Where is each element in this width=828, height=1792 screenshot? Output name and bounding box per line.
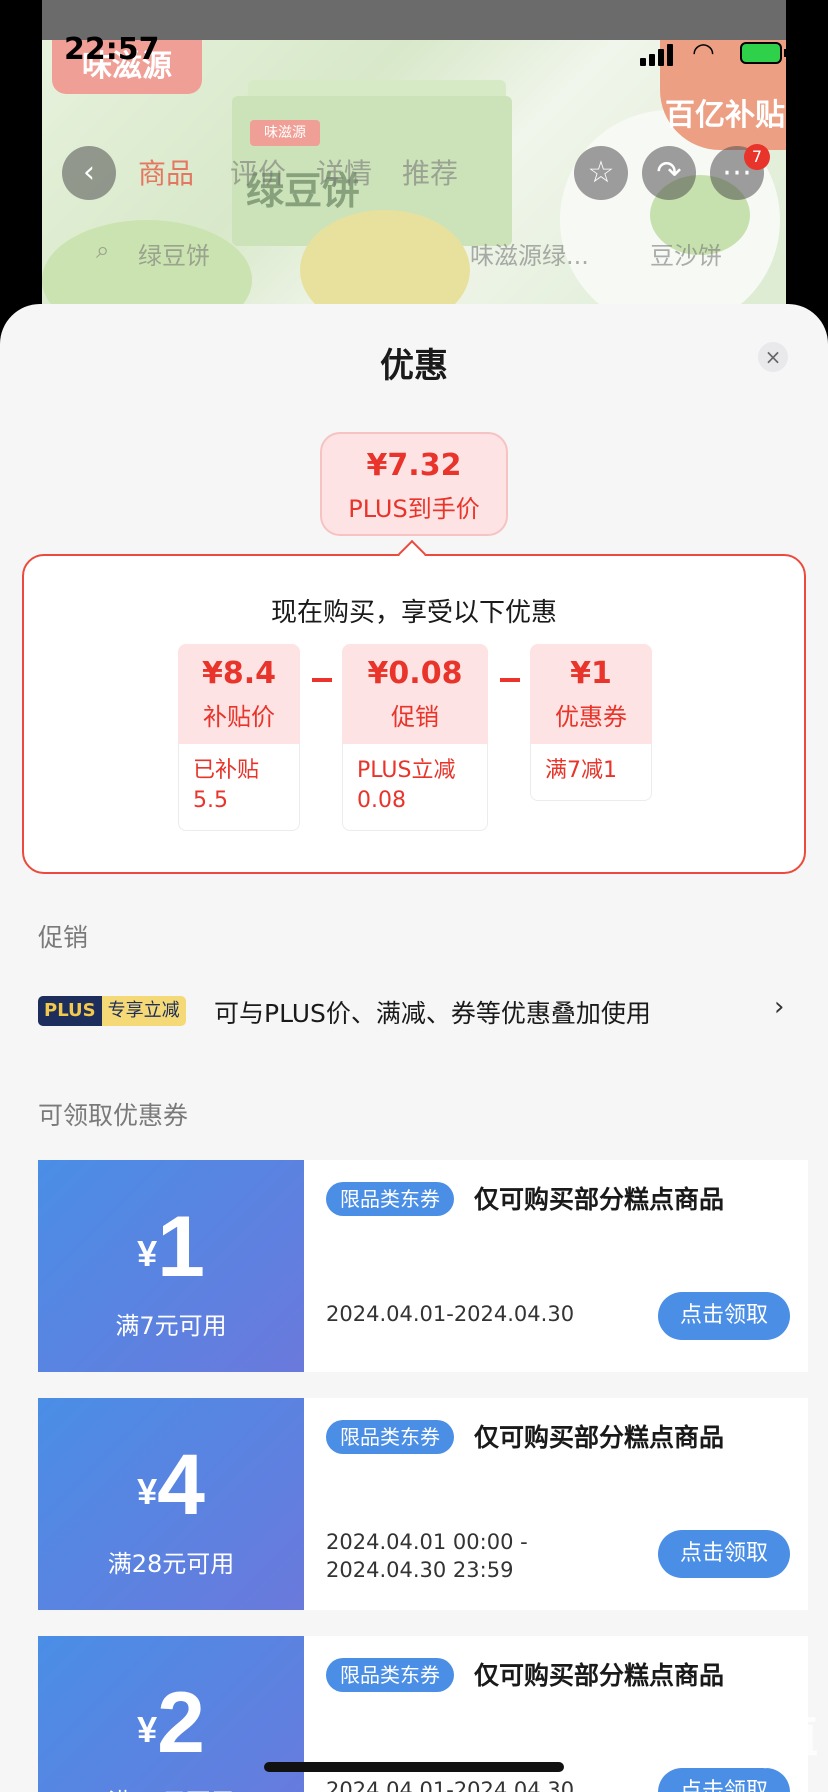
coupon-value-panel: ¥4 满28元可用 xyxy=(32,1398,304,1610)
coupon-name: 仅可购买部分糕点商品 xyxy=(474,1185,725,1214)
battery-tip xyxy=(784,49,788,57)
notification-badge: 7 xyxy=(744,144,770,170)
coupon-type-badge: 限品类东券 xyxy=(326,1182,454,1216)
coupon-condition: 满7元可用 xyxy=(115,1312,227,1340)
plus-price-amount: ¥7.32 xyxy=(366,448,462,483)
coupon-name: 仅可购买部分糕点商品 xyxy=(474,1661,725,1690)
exclusive-tag-label: 专享立减 xyxy=(101,996,186,1026)
promo-section-label: 促销 xyxy=(38,923,89,952)
signal-icon xyxy=(640,58,646,66)
discount-card-top: ¥0.08 促销 xyxy=(342,644,488,744)
plus-exclusive-tag: PLUS 专享立减 xyxy=(38,996,186,1026)
search-text[interactable]: 绿豆饼 xyxy=(138,236,210,271)
close-icon[interactable]: × xyxy=(758,342,788,372)
discount-detail: 满7减1 xyxy=(530,744,652,801)
tab-recommend[interactable]: 推荐 xyxy=(402,152,458,192)
discount-value: ¥0.08 xyxy=(367,656,463,691)
share-icon[interactable]: ↷ xyxy=(642,146,696,200)
coupon-section-label: 可领取优惠券 xyxy=(38,1101,189,1130)
favorite-star-icon[interactable]: ☆ xyxy=(574,146,628,200)
discount-sheet: 优惠 × ¥7.32 PLUS到手价 现在购买，享受以下优惠 ¥8.4 补贴价 … xyxy=(0,304,828,1792)
minus-sign xyxy=(312,678,332,682)
tab-reviews[interactable]: 评价 xyxy=(230,152,286,192)
claim-coupon-button[interactable]: 点击领取 xyxy=(658,1530,790,1578)
coupon-name: 仅可购买部分糕点商品 xyxy=(474,1423,725,1452)
discount-value: ¥8.4 xyxy=(201,656,277,691)
coupon-amount: ¥4 xyxy=(38,1442,304,1528)
discount-card-subsidy: ¥8.4 补贴价 已补贴 5.5 xyxy=(178,644,300,831)
discount-type: 优惠券 xyxy=(555,703,627,731)
search-hint[interactable]: 味滋源绿... xyxy=(470,236,589,271)
battery-icon xyxy=(740,42,782,64)
coupon-amount: ¥2 xyxy=(38,1680,304,1766)
screen-edge xyxy=(0,0,42,340)
search-icon[interactable]: ⌕ xyxy=(96,236,109,264)
coupon-value-panel: ¥1 满7元可用 xyxy=(32,1160,304,1372)
currency-symbol: ¥ xyxy=(137,1471,158,1512)
status-time: 22:57 xyxy=(64,32,160,67)
currency-symbol: ¥ xyxy=(137,1709,158,1750)
screen-edge xyxy=(786,0,828,340)
signal-icon xyxy=(649,54,655,66)
plus-price-label: PLUS到手价 xyxy=(348,495,480,523)
wifi-icon: ◠ xyxy=(692,38,715,68)
tab-product[interactable]: 商品 xyxy=(138,152,194,192)
currency-symbol: ¥ xyxy=(137,1233,158,1274)
site-watermark-url: zhizhizhi.com xyxy=(676,1752,798,1773)
coupon-card: ¥4 满28元可用 限品类东券 仅可购买部分糕点商品 2024.04.01 00… xyxy=(32,1398,808,1610)
discount-type: 补贴价 xyxy=(203,703,275,731)
search-hint[interactable]: 豆沙饼 xyxy=(650,236,722,271)
coupon-validity: 2024.04.01 00:00 - 2024.04.30 23:59 xyxy=(326,1530,528,1582)
plus-promo-row[interactable]: PLUS 专享立减 可与PLUS价、满减、券等优惠叠加使用 › xyxy=(38,992,798,1032)
coupon-card: ¥1 满7元可用 限品类东券 仅可购买部分糕点商品 2024.04.01-202… xyxy=(32,1160,808,1372)
discount-card-coupon: ¥1 优惠券 满7减1 xyxy=(530,644,652,801)
coupon-amount-value: 4 xyxy=(157,1437,205,1533)
discount-breakdown: 现在购买，享受以下优惠 ¥8.4 补贴价 已补贴 5.5 ¥0.08 促销 PL… xyxy=(22,554,806,874)
signal-icon xyxy=(667,44,673,66)
chevron-right-icon[interactable]: › xyxy=(774,992,784,1022)
home-indicator[interactable] xyxy=(264,1762,564,1772)
plus-tag-label: PLUS xyxy=(38,996,102,1026)
back-icon[interactable]: ‹ xyxy=(62,146,116,200)
plus-price-bubble: ¥7.32 PLUS到手价 xyxy=(320,432,508,536)
discount-type: 促销 xyxy=(391,703,439,731)
coupon-validity: 2024.04.01-2024.04.30 xyxy=(326,1778,575,1792)
discount-card-top: ¥1 优惠券 xyxy=(530,644,652,744)
promo-text: 可与PLUS价、满减、券等优惠叠加使用 xyxy=(214,999,651,1028)
coupon-condition: 满28元可用 xyxy=(107,1550,235,1578)
tab-details[interactable]: 详情 xyxy=(316,152,372,192)
coupon-amount-value: 2 xyxy=(157,1675,205,1771)
claim-coupon-button[interactable]: 点击领取 xyxy=(658,1292,790,1340)
coupon-amount: ¥1 xyxy=(38,1204,304,1290)
discount-card-top: ¥8.4 补贴价 xyxy=(178,644,300,744)
coupon-validity: 2024.04.01-2024.04.30 xyxy=(326,1302,575,1326)
coupon-condition: 满14元可用 xyxy=(38,1782,304,1792)
coupon-type-badge: 限品类东券 xyxy=(326,1420,454,1454)
coupon-type-badge: 限品类东券 xyxy=(326,1658,454,1692)
discount-value: ¥1 xyxy=(570,656,612,691)
discount-detail: PLUS立减 0.08 xyxy=(342,744,488,831)
discount-header: 现在购买，享受以下优惠 xyxy=(270,598,557,628)
minus-sign xyxy=(500,678,520,682)
discount-card-promo: ¥0.08 促销 PLUS立减 0.08 xyxy=(342,644,488,831)
sheet-title: 优惠 xyxy=(380,346,448,386)
discount-detail: 已补贴 5.5 xyxy=(178,744,300,831)
signal-icon xyxy=(658,49,664,66)
status-icons: ◠ xyxy=(640,40,790,66)
coupon-amount-value: 1 xyxy=(157,1199,205,1295)
